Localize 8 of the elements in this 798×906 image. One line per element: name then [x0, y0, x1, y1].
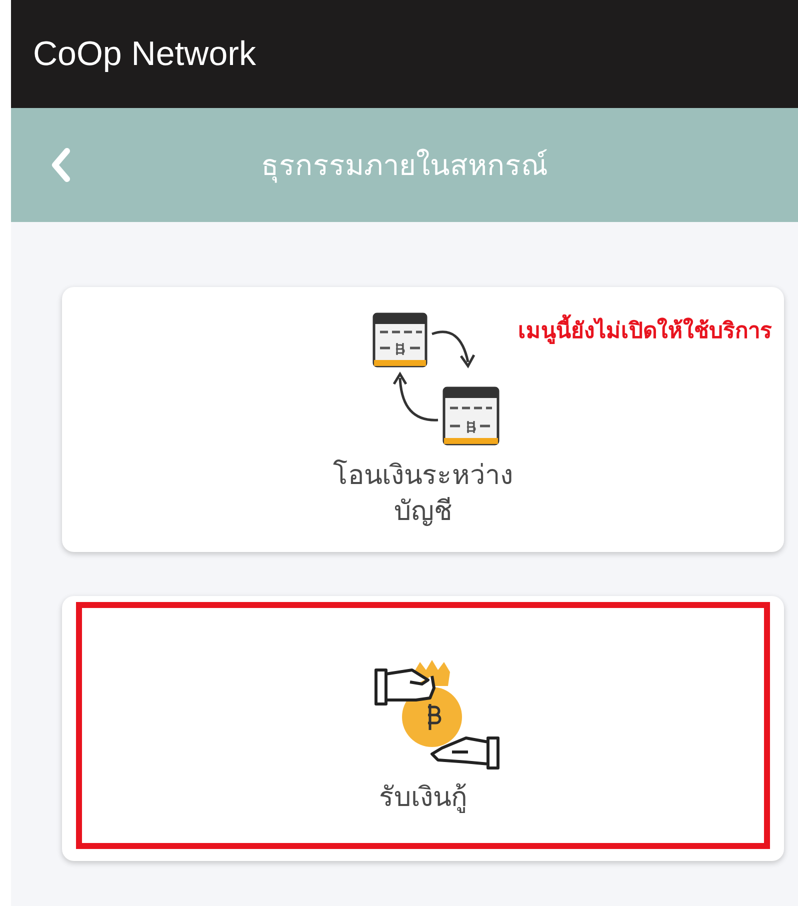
app-title: CoOp Network — [33, 34, 256, 74]
menu-label: โอนเงินระหว่าง บัญชี — [333, 458, 513, 528]
back-icon — [50, 147, 72, 183]
menu-label: รับเงินกู้ — [379, 780, 467, 815]
page-title: ธุรกรรมภายในสหกรณ์ — [260, 147, 549, 185]
menu-card[interactable]: เมนูนี้ยังไม่เปิดให้ใช้บริการ โอนเงินระหว่าง บัญชี — [62, 287, 784, 552]
menu-card[interactable]: รับเงินกู้ — [62, 596, 784, 861]
notice-text: เมนูนี้ยังไม่เปิดให้ใช้บริการ — [518, 313, 772, 348]
